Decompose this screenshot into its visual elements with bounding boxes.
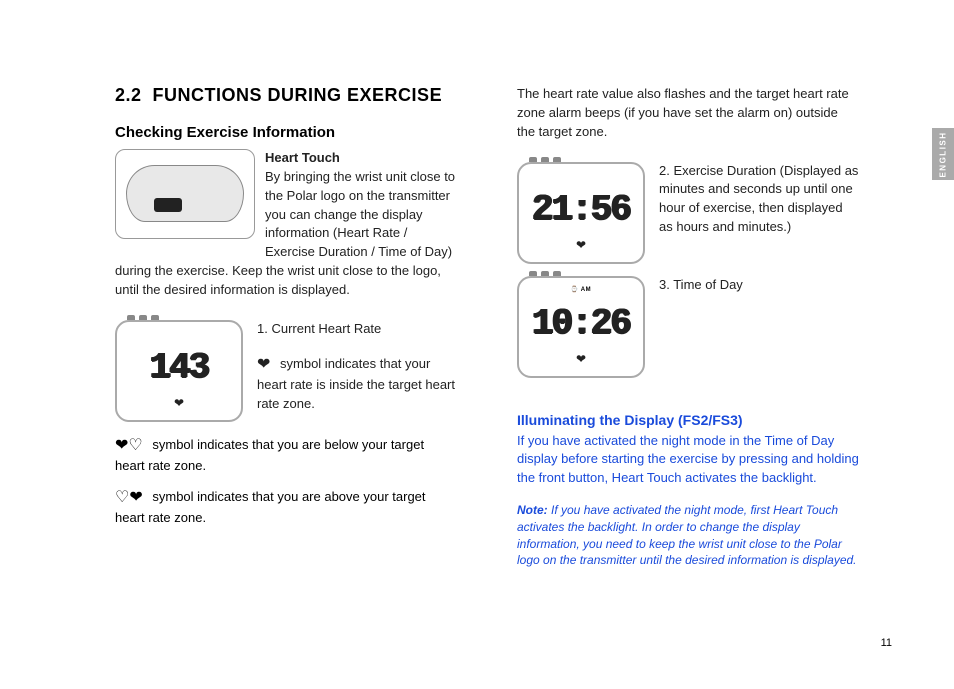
heart-touch-label: Heart Touch [265, 150, 340, 165]
watch-hr-heart-icon: ❤ [125, 396, 233, 410]
watch-duration-ampm [527, 172, 635, 180]
item-1: 1. Current Heart Rate [257, 320, 457, 339]
right-intro: The heart rate value also flashes and th… [517, 85, 859, 142]
watch-block-duration: 21:56 ❤ 2. Exercise Duration (Displayed … [517, 162, 859, 264]
watch-hr-screen: 143 ❤ [115, 320, 243, 422]
heart-below-icon: ❤♡ [115, 437, 143, 454]
watch-duration: 21:56 ❤ [517, 162, 645, 264]
left-column: 2.2 FUNCTIONS DURING EXERCISE Checking E… [115, 85, 457, 569]
section-heading: 2.2 FUNCTIONS DURING EXERCISE [115, 85, 457, 106]
note-block: Note: If you have activated the night mo… [517, 502, 859, 569]
above-zone-text: symbol indicates that you are above your… [115, 489, 426, 525]
language-tab: ENGLISH [932, 128, 954, 180]
watch-duration-value: 21:56 [527, 186, 635, 234]
watch-hr-value: 143 [125, 344, 233, 392]
section-number: 2.2 [115, 85, 142, 105]
subheading-checking: Checking Exercise Information [115, 124, 457, 141]
watch-tod-screen: ⌚ AM 10:26 ❤ [517, 276, 645, 378]
item-3: 3. Time of Day [659, 276, 743, 295]
heart-filled-icon: ❤ [257, 356, 270, 373]
watch-tod-value: 10:26 [527, 300, 635, 348]
watch-duration-heart-icon: ❤ [527, 238, 635, 252]
heart-touch-illustration [115, 149, 255, 239]
heart-touch-block: Heart Touch By bringing the wrist unit c… [115, 149, 457, 300]
below-zone-text: symbol indicates that you are below your… [115, 437, 424, 473]
illuminating-body: If you have activated the night mode in … [517, 432, 859, 489]
watch-block-hr: 143 ❤ 1. Current Heart Rate ❤ symbol ind… [115, 320, 457, 422]
illuminating-heading: Illuminating the Display (FS2/FS3) [517, 412, 859, 428]
section-title: FUNCTIONS DURING EXERCISE [153, 85, 443, 105]
watch-block-tod: ⌚ AM 10:26 ❤ 3. Time of Day [517, 276, 859, 378]
watch-tod-heart-icon: ❤ [527, 352, 635, 366]
watch-hr-ampm [125, 330, 233, 338]
language-tab-label: ENGLISH [939, 131, 948, 177]
page-number: 11 [881, 637, 892, 649]
note-label: Note: [517, 503, 548, 517]
page-content: 2.2 FUNCTIONS DURING EXERCISE Checking E… [0, 0, 954, 599]
item-2: 2. Exercise Duration (Displayed as minut… [659, 162, 859, 237]
watch-hr-desc: 1. Current Heart Rate ❤ symbol indicates… [257, 320, 457, 414]
right-column: The heart rate value also flashes and th… [517, 85, 859, 569]
above-zone-row: ♡❤ symbol indicates that you are above y… [115, 486, 457, 528]
watch-tod-ampm: ⌚ AM [527, 286, 635, 294]
item-1b: symbol indicates that your heart rate is… [257, 356, 455, 411]
watch-duration-screen: 21:56 ❤ [517, 162, 645, 264]
watch-hr: 143 ❤ [115, 320, 243, 422]
note-body: If you have activated the night mode, fi… [517, 503, 857, 567]
watch-tod: ⌚ AM 10:26 ❤ [517, 276, 645, 378]
below-zone-row: ❤♡ symbol indicates that you are below y… [115, 434, 457, 476]
heart-above-icon: ♡❤ [115, 489, 143, 506]
